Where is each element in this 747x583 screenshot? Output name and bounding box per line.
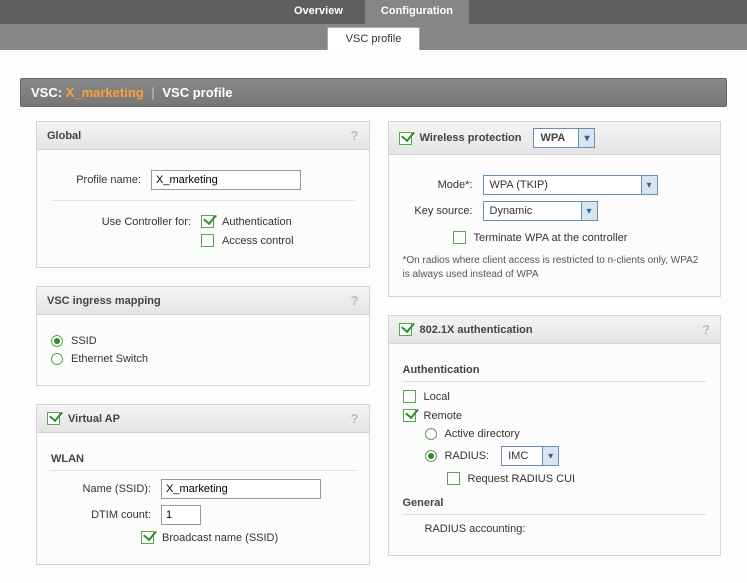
help-icon[interactable]: ?	[351, 411, 359, 426]
radius-label: RADIUS:	[445, 450, 490, 462]
dtim-input[interactable]	[161, 505, 201, 525]
key-source-select[interactable]: Dynamic ▾	[483, 201, 598, 221]
panel-global: Global ? Profile name: Use Controller fo…	[36, 121, 370, 268]
ingress-eth-label: Ethernet Switch	[71, 353, 148, 365]
radius-select[interactable]: IMC ▾	[501, 446, 559, 466]
breadcrumb-sep: |	[151, 85, 154, 100]
virtual-ap-checkbox[interactable]	[47, 412, 60, 425]
tab-configuration[interactable]: Configuration	[365, 0, 469, 24]
remote-label: Remote	[424, 410, 463, 422]
use-controller-label: Use Controller for:	[51, 216, 201, 228]
local-label: Local	[424, 391, 450, 403]
ssid-name-label: Name (SSID):	[51, 483, 161, 495]
auth-section-label: Authentication	[403, 362, 707, 382]
mode-select[interactable]: WPA (TKIP) ▾	[483, 175, 658, 195]
panel-wireless-protection-title: Wireless protection	[420, 132, 522, 144]
panel-wireless-protection: Wireless protection WPA ▾ Mode*: WPA (TK…	[388, 121, 722, 297]
subtab-vsc-profile[interactable]: VSC profile	[327, 27, 421, 50]
radius-select-value: IMC	[508, 450, 528, 462]
active-directory-label: Active directory	[445, 428, 520, 440]
chevron-down-icon: ▾	[542, 447, 558, 465]
ingress-ssid-radio[interactable]	[51, 335, 63, 347]
local-checkbox[interactable]	[403, 390, 416, 403]
profile-name-label: Profile name:	[51, 174, 151, 186]
help-icon[interactable]: ?	[351, 293, 359, 308]
remote-checkbox[interactable]	[403, 409, 416, 422]
breadcrumb-prefix: VSC:	[31, 85, 62, 100]
wireless-protection-select[interactable]: WPA ▾	[533, 128, 595, 148]
authentication-checkbox[interactable]	[201, 215, 214, 228]
chevron-down-icon: ▾	[641, 176, 657, 194]
panel-8021x-title: 802.1X authentication	[420, 324, 533, 336]
panel-8021x: 802.1X authentication ? Authentication L…	[388, 315, 722, 556]
key-source-select-value: Dynamic	[490, 205, 533, 217]
breadcrumb-suffix: VSC profile	[162, 85, 232, 100]
top-tabs: Overview Configuration	[0, 0, 747, 24]
key-source-label: Key source:	[403, 205, 483, 217]
access-control-checkbox[interactable]	[201, 234, 214, 247]
terminate-wpa-label: Terminate WPA at the controller	[474, 232, 628, 244]
request-cui-label: Request RADIUS CUI	[468, 473, 576, 485]
request-cui-checkbox[interactable]	[447, 472, 460, 485]
wireless-protection-checkbox[interactable]	[399, 132, 412, 145]
breadcrumb-name: X_marketing	[66, 85, 144, 100]
terminate-wpa-checkbox[interactable]	[453, 231, 466, 244]
authentication-label: Authentication	[222, 216, 292, 228]
panel-virtual-ap: Virtual AP ? WLAN Name (SSID): DTIM coun…	[36, 404, 370, 565]
dtim-label: DTIM count:	[51, 509, 161, 521]
panel-virtual-ap-title: Virtual AP	[68, 413, 120, 425]
radius-radio[interactable]	[425, 450, 437, 462]
ingress-eth-radio[interactable]	[51, 353, 63, 365]
mode-select-value: WPA (TKIP)	[490, 179, 548, 191]
sub-tabs: VSC profile	[0, 24, 747, 50]
chevron-down-icon: ▾	[581, 202, 597, 220]
radius-accounting-label: RADIUS accounting:	[425, 523, 526, 535]
wireless-protection-select-value: WPA	[540, 132, 565, 144]
panel-ingress-title: VSC ingress mapping	[47, 295, 161, 307]
8021x-checkbox[interactable]	[399, 323, 412, 336]
panel-global-title: Global	[47, 130, 81, 142]
help-icon[interactable]: ?	[702, 322, 710, 337]
broadcast-checkbox[interactable]	[141, 531, 154, 544]
ssid-name-input[interactable]	[161, 479, 321, 499]
chevron-down-icon: ▾	[578, 129, 594, 147]
help-icon[interactable]: ?	[351, 128, 359, 143]
broadcast-label: Broadcast name (SSID)	[162, 532, 278, 544]
wpa-footnote: *On radios where client access is restri…	[403, 254, 707, 282]
panel-ingress: VSC ingress mapping ? SSID Ethernet Swit…	[36, 286, 370, 386]
tab-overview[interactable]: Overview	[278, 0, 359, 24]
access-control-label: Access control	[222, 235, 294, 247]
wlan-section-label: WLAN	[51, 451, 355, 471]
ingress-ssid-label: SSID	[71, 335, 97, 347]
active-directory-radio[interactable]	[425, 428, 437, 440]
mode-label: Mode*:	[403, 179, 483, 191]
general-section-label: General	[403, 495, 707, 515]
breadcrumb: VSC: X_marketing | VSC profile	[20, 78, 727, 107]
profile-name-input[interactable]	[151, 170, 301, 190]
